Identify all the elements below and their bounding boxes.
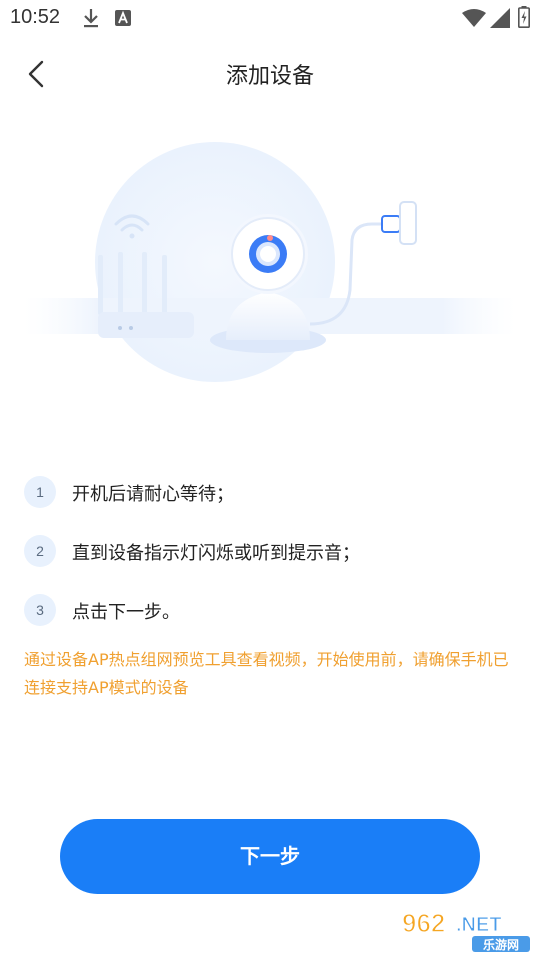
signal-icon [490, 8, 510, 32]
nav-bar: 添加设备 [0, 40, 540, 106]
status-bar: 10:52 [0, 0, 540, 36]
page-title: 添加设备 [225, 64, 314, 89]
step-text: 开机后请耐心等待； [72, 484, 234, 505]
step-number-badge: 1 [24, 476, 56, 508]
step-number-badge: 2 [24, 535, 56, 567]
wifi-icon [462, 9, 486, 31]
ap-mode-notice: 通过设备AP热点组网预览工具查看视频，开始使用前，请确保手机已连接支持AP模式的… [24, 650, 509, 697]
text-a-icon [115, 10, 131, 30]
download-icon [82, 8, 100, 32]
status-time: 10:52 [10, 6, 61, 28]
svg-text:.NET: .NET [456, 914, 502, 936]
step-list: 1 开机后请耐心等待； 2 直到设备指示灯闪烁或听到提示音； 3 点击下一步。 [24, 476, 524, 653]
step-text: 直到设备指示灯闪烁或听到提示音； [72, 543, 360, 564]
step-text: 点击下一步。 [72, 602, 180, 623]
svg-text:962: 962 [402, 908, 445, 938]
watermark-logo: 962 .NET 乐游网 [400, 904, 532, 954]
step-item: 1 开机后请耐心等待； [24, 476, 524, 510]
battery-icon [518, 6, 530, 32]
svg-text:乐游网: 乐游网 [483, 937, 519, 952]
step-item: 2 直到设备指示灯闪烁或听到提示音； [24, 535, 524, 569]
device-illustration [0, 140, 540, 390]
step-item: 3 点击下一步。 [24, 594, 524, 628]
next-step-button[interactable]: 下一步 [60, 819, 480, 894]
step-number-badge: 3 [24, 594, 56, 626]
